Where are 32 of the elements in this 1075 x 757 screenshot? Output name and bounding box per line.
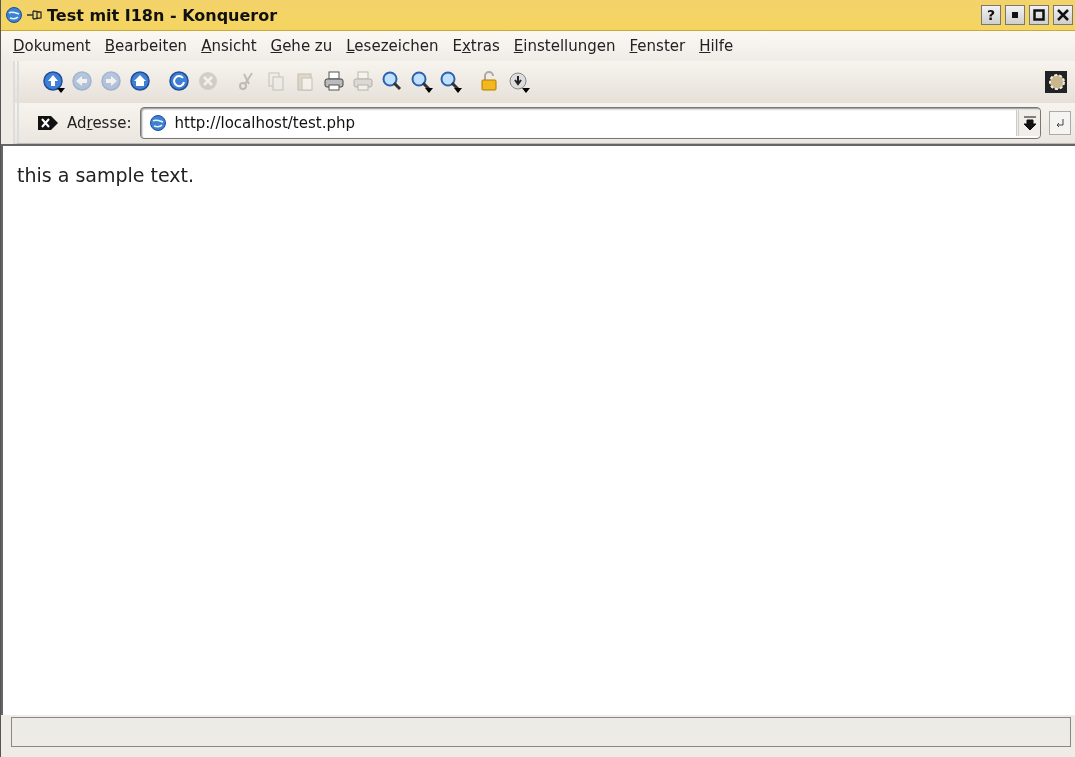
- window-title: Test mit I18n - Konqueror: [47, 5, 278, 25]
- download-icon: [506, 69, 532, 95]
- dropdown-button[interactable]: [1016, 110, 1040, 136]
- maximize-icon: [1033, 9, 1045, 21]
- globe-icon: [5, 6, 23, 24]
- maximize-button[interactable]: [1029, 5, 1049, 25]
- menu-item[interactable]: Gehe zu: [270, 37, 333, 55]
- gear-icon[interactable]: [1045, 71, 1067, 93]
- close-button[interactable]: [1053, 5, 1073, 25]
- menu-item[interactable]: Einstellungen: [513, 37, 616, 55]
- menu-item[interactable]: Bearbeiten: [104, 37, 188, 55]
- address-label: Adresse:: [67, 114, 132, 132]
- menu-item[interactable]: Hilfe: [699, 37, 734, 55]
- minimize-button[interactable]: [1005, 5, 1025, 25]
- zoom-icon: [438, 69, 464, 95]
- menu-item[interactable]: Fenster: [629, 37, 686, 55]
- menu-item[interactable]: Extras: [452, 37, 500, 55]
- help-button[interactable]: ?: [981, 5, 1001, 25]
- menu-item[interactable]: Ansicht: [201, 37, 257, 55]
- pin-icon[interactable]: [27, 9, 43, 21]
- menu-item[interactable]: Lesezeichen: [346, 37, 439, 55]
- close-icon: [1057, 9, 1069, 21]
- clear-icon[interactable]: [37, 115, 59, 131]
- address-field[interactable]: http://localhost/test.php: [172, 113, 1010, 133]
- minimize-icon: [1011, 11, 1019, 19]
- address-field[interactable]: http://localhost/test.php: [139, 107, 1041, 139]
- down-arrow-icon: [1022, 116, 1037, 130]
- zoom-icon: [409, 69, 435, 95]
- up-icon: [41, 69, 67, 95]
- menu-item[interactable]: Dokument: [13, 37, 91, 55]
- page-text: this a sample text.: [17, 164, 196, 186]
- globe-icon: [148, 114, 167, 132]
